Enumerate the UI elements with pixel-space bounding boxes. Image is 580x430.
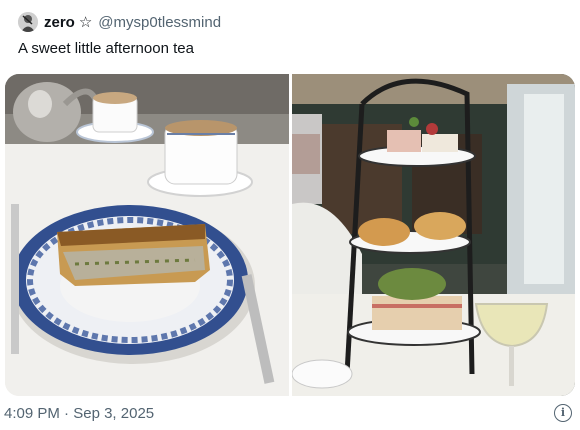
user-handle[interactable]: @mysp0tlessmind [98, 14, 221, 31]
timestamp[interactable]: 4:09 PM · Sep 3, 2025 [4, 405, 154, 422]
display-name[interactable]: zero [44, 14, 75, 31]
info-icon[interactable]: i [554, 404, 572, 422]
photo-tea-stand[interactable] [292, 74, 575, 396]
timestamp-separator: · [64, 405, 70, 422]
tweet-date: Sep 3, 2025 [73, 405, 155, 422]
avatar-image [18, 12, 38, 32]
avatar[interactable] [18, 12, 38, 32]
media-grid [5, 74, 575, 396]
tweet-time: 4:09 PM [4, 405, 60, 422]
tweet-header: zero ☆ @mysp0tlessmind [18, 9, 221, 35]
tweet-text: A sweet little afternoon tea [18, 40, 194, 57]
photo-quiche[interactable] [5, 74, 289, 396]
star-outline-icon: ☆ [78, 13, 93, 31]
